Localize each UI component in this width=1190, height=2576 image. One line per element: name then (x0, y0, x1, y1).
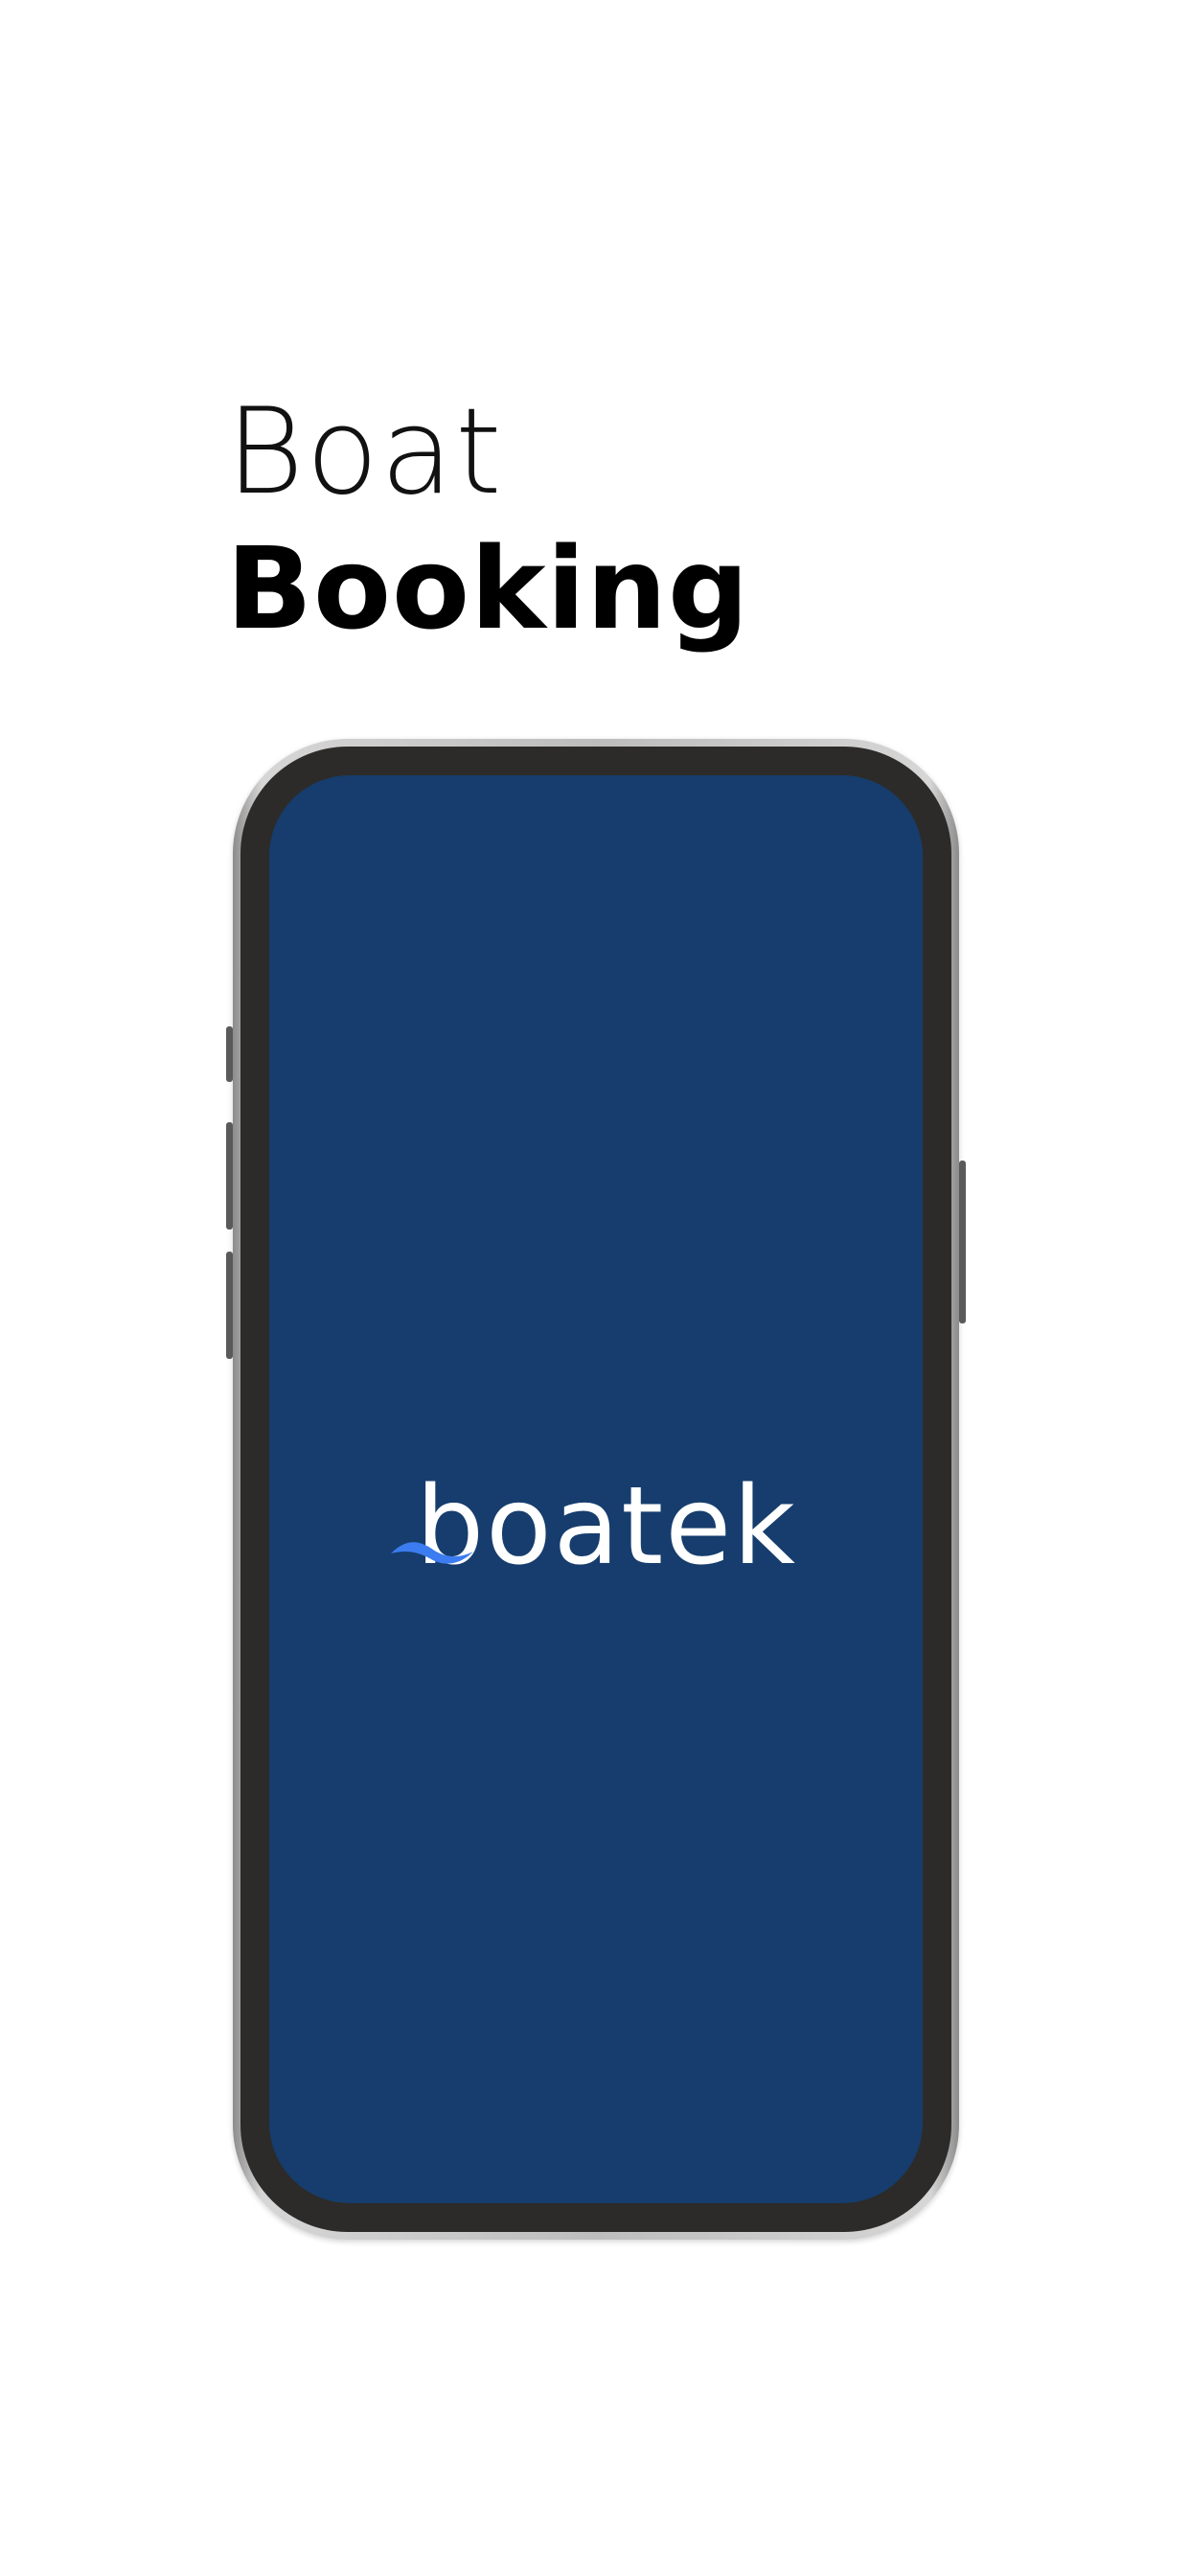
phone-side-button (226, 1026, 233, 1082)
phone-side-button (226, 1252, 233, 1359)
heading-bold: Booking (226, 522, 750, 655)
phone-bezel: boatek (240, 747, 951, 2232)
phone-mockup: boatek (226, 739, 966, 2240)
phone-side-button (226, 1122, 233, 1230)
phone-side-button (959, 1161, 966, 1323)
heading-light: Boat (226, 383, 504, 521)
app-logo: boatek (269, 1473, 923, 1588)
splash-screen: boatek (269, 775, 923, 2203)
wave-icon (391, 1542, 474, 1564)
